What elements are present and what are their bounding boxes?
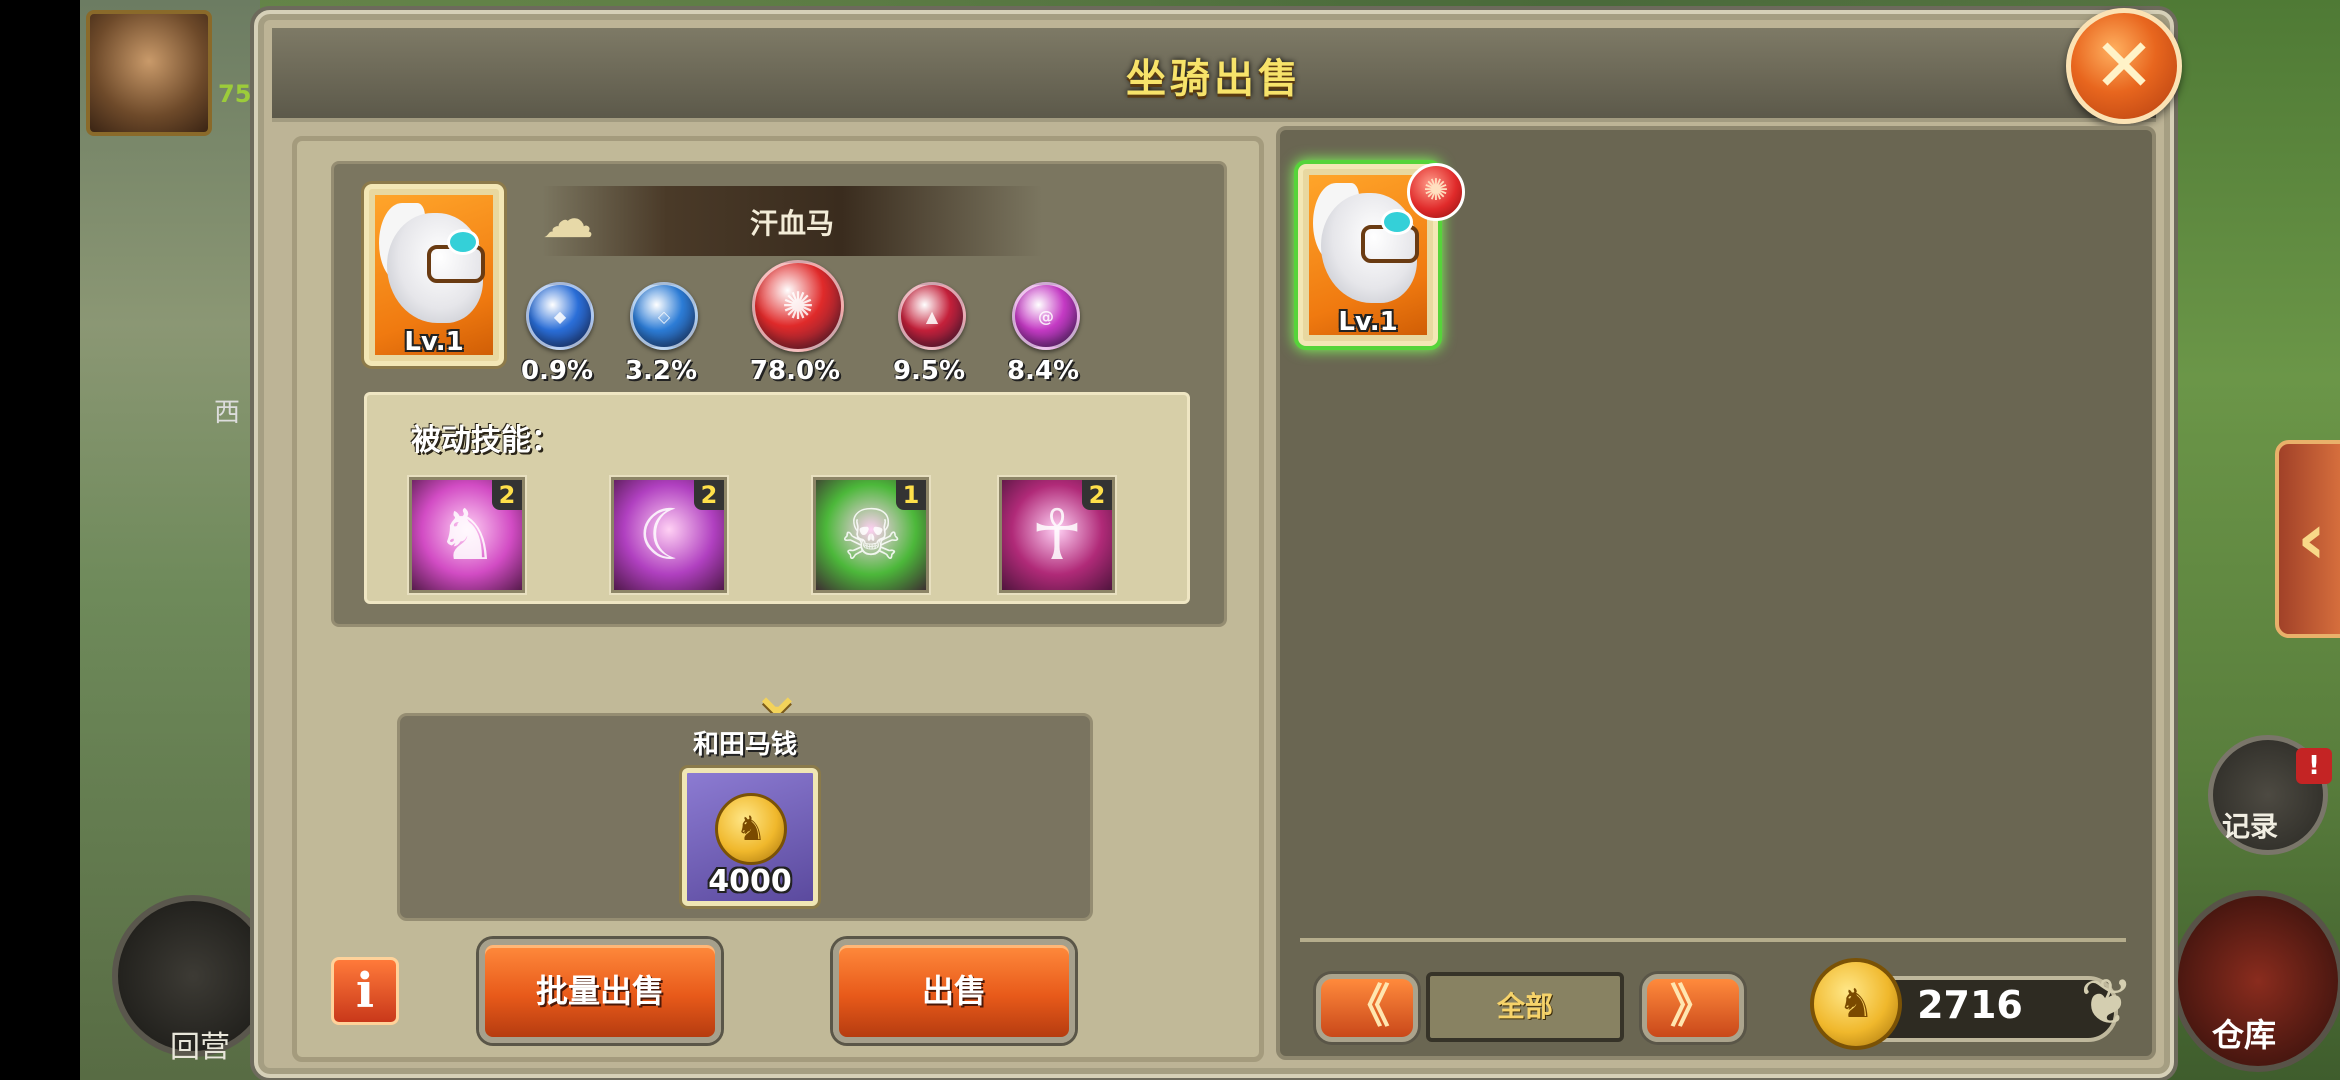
slot-level: Lv.1: [1338, 307, 1398, 337]
flame-orb-icon: ▲: [898, 282, 966, 350]
prev-page-button[interactable]: 《: [1316, 974, 1418, 1042]
mount-inventory-panel: Lv.1 ✺ 《 全部 》 ♞ 2716 ❦: [1276, 126, 2156, 1060]
next-page-button[interactable]: 》: [1642, 974, 1744, 1042]
gold-coin-icon: ♞: [1810, 958, 1902, 1050]
passive-skills-box: 被动技能： ♞ 2 ☾ 2 ☠ 1 ☥ 2: [364, 392, 1190, 604]
chevron-down-icon: ⌄: [747, 650, 807, 732]
close-icon: ✕: [2092, 23, 2155, 109]
skill-level: 1: [896, 480, 926, 510]
mount-name-banner: ☁ 汗血马: [542, 186, 1042, 256]
wind-orb-icon: ◇: [630, 282, 698, 350]
ornament-icon: ❦: [2080, 966, 2134, 1040]
player-level: 75: [218, 80, 252, 108]
batch-sell-button[interactable]: 批量出售: [479, 939, 721, 1043]
poison-skull-skill-icon[interactable]: ☠ 1: [813, 477, 929, 593]
world-sign-text: 西: [214, 398, 241, 428]
warehouse-label: 仓库: [2212, 1016, 2277, 1054]
skill-level: 2: [492, 480, 522, 510]
stat-value: 78.0%: [749, 356, 841, 386]
mount-name: 汗血马: [749, 207, 834, 240]
filter-select[interactable]: 全部: [1426, 972, 1624, 1042]
info-button[interactable]: i: [331, 957, 399, 1025]
reward-amount: 4000: [708, 864, 792, 899]
fire-orb-icon: ✺: [752, 260, 844, 352]
rider-skill-icon[interactable]: ♞ 2: [409, 477, 525, 593]
meditation-skill-icon[interactable]: ☥ 2: [999, 477, 1115, 593]
skill-level: 2: [694, 480, 724, 510]
return-camp-label: 回营: [170, 1030, 230, 1065]
notification-badge: !: [2296, 748, 2332, 784]
divider: [1300, 938, 2126, 942]
dialog-title-bar: 坐骑出售: [272, 28, 2156, 122]
record-label: 记录: [2222, 810, 2279, 843]
water-orb-icon: ◆: [526, 282, 594, 350]
mount-detail-panel: Lv.1 ☁ 汗血马 ◆ 0.9% ◇ 3.2% ✺ 78.0% ▲ 9.5% …: [292, 136, 1264, 1062]
sell-button[interactable]: 出售: [833, 939, 1075, 1043]
gold-amount: 2716: [1917, 983, 2023, 1027]
mount-level: Lv.1: [404, 327, 464, 357]
stat-value: 8.4%: [1006, 356, 1080, 386]
mount-portrait: Lv.1: [364, 184, 504, 366]
close-button[interactable]: ✕: [2066, 8, 2182, 124]
passive-skills-title: 被动技能：: [411, 423, 561, 458]
stat-value: 3.2%: [624, 356, 698, 386]
stat-value: 9.5%: [892, 356, 966, 386]
skill-level: 2: [1082, 480, 1112, 510]
side-panel-toggle-icon[interactable]: ‹: [2275, 440, 2340, 638]
sell-reward-box: 和田马钱 ♞ 4000: [397, 713, 1093, 921]
claw-skill-icon[interactable]: ☾ 2: [611, 477, 727, 593]
mount-info-card: Lv.1 ☁ 汗血马 ◆ 0.9% ◇ 3.2% ✺ 78.0% ▲ 9.5% …: [331, 161, 1227, 627]
inventory-slot-selected[interactable]: Lv.1 ✺: [1298, 163, 1465, 346]
reward-name: 和田马钱: [692, 730, 797, 760]
dialog-title: 坐骑出售: [1126, 55, 1302, 102]
mount-sell-dialog: 坐骑出售 ✕ Lv.1 ☁ 汗血马 ◆ 0.9% ◇ 3.2% ✺ 78.0% …: [254, 8, 2182, 1078]
reward-item-slot[interactable]: ♞ 4000: [682, 768, 818, 906]
fire-element-badge-icon: ✺: [1407, 163, 1465, 221]
arcane-orb-icon: @: [1012, 282, 1080, 350]
horse-coin-icon: ♞: [715, 793, 787, 865]
stat-value: 0.9%: [520, 356, 594, 386]
player-portrait[interactable]: [86, 10, 212, 136]
